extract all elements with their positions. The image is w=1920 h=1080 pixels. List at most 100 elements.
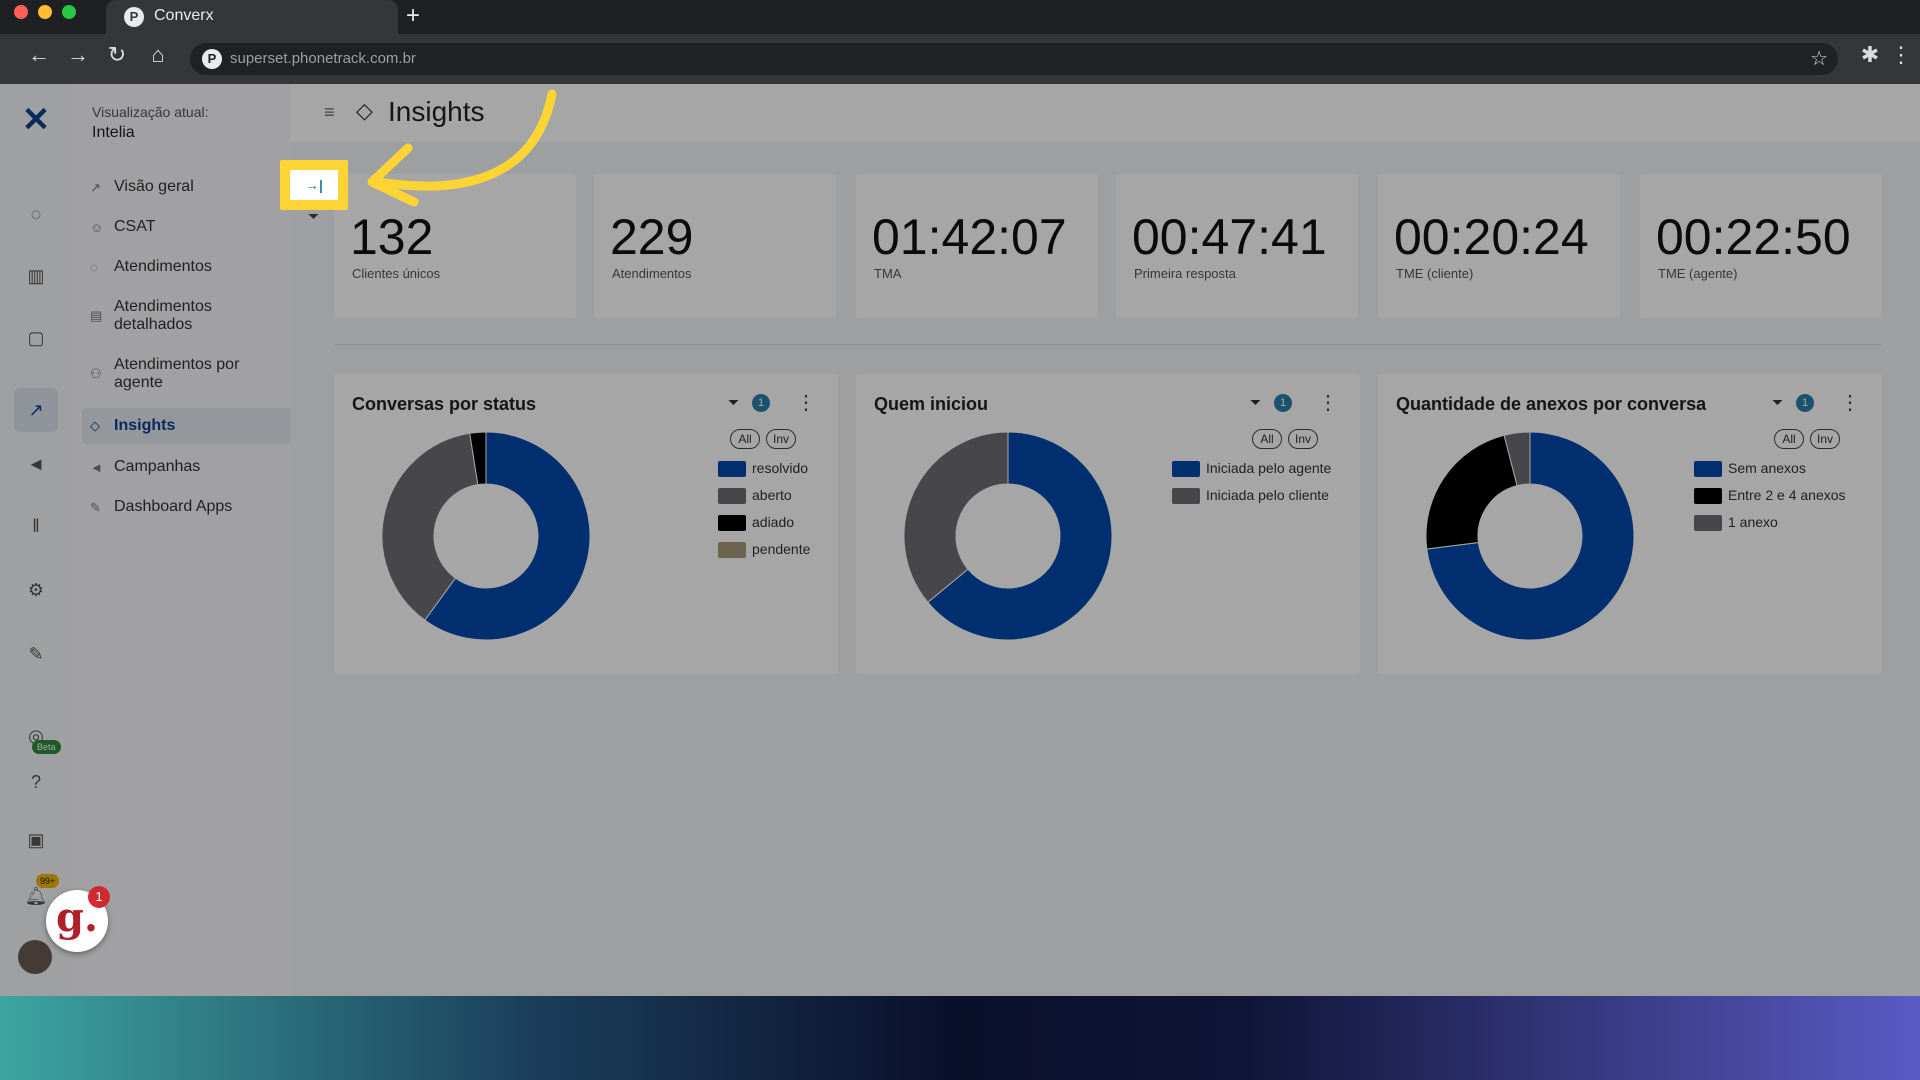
- donut-slice[interactable]: [1425, 434, 1518, 550]
- sidebar-item-label: Atendimentos detalhados: [114, 298, 212, 333]
- maximize-window-button[interactable]: [62, 5, 76, 19]
- forward-icon[interactable]: →: [63, 42, 93, 68]
- kpi-value: 00:22:50: [1656, 209, 1851, 265]
- select-all-pill[interactable]: All: [1774, 429, 1804, 449]
- g-assistant-count-badge: 1: [88, 886, 110, 908]
- select-all-pill[interactable]: All: [1252, 429, 1282, 449]
- browser-tabstrip: P Converx +: [0, 0, 1920, 34]
- browser-menu-icon[interactable]: ⋮: [1886, 42, 1916, 68]
- filter-icon[interactable]: ⏷: [1772, 394, 1783, 411]
- sidebar-item-visao-geral[interactable]: ↗ Visão geral: [82, 178, 292, 200]
- invert-pill[interactable]: Inv: [1810, 429, 1840, 449]
- legend-label: resolvido: [752, 460, 809, 476]
- donut-chart: [1425, 431, 1635, 641]
- sidebar-item-label: Dashboard Apps: [114, 498, 233, 515]
- app: ✕ ◌ ▥ ▢ ↗ ◄ ‖ ⚙ ✎ ◎ Beta ? ▣ 🔔︎ 99+ Visu…: [0, 84, 1920, 996]
- extensions-icon[interactable]: ✱: [1855, 42, 1885, 68]
- kpi-card: 229 Atendimentos: [594, 174, 836, 318]
- campaigns-icon[interactable]: ◄: [24, 452, 48, 476]
- new-tab-button[interactable]: +: [406, 2, 420, 30]
- sidebar-item-atendimentos-detalhados[interactable]: ▤ Atendimentos detalhados: [82, 298, 292, 338]
- kpi-label: TME (cliente): [1396, 266, 1474, 281]
- current-view-value[interactable]: Intelia: [92, 124, 135, 142]
- collapse-sidebar-button[interactable]: →|: [290, 170, 338, 200]
- more-options-icon[interactable]: ⋮: [1840, 390, 1860, 415]
- minimize-window-button[interactable]: [38, 5, 52, 19]
- browser-tab[interactable]: P Converx: [106, 0, 398, 34]
- url-text: superset.phonetrack.com.br: [230, 50, 416, 67]
- filter-count-badge: 1: [1796, 394, 1814, 412]
- bookmark-star-icon[interactable]: ☆: [1810, 46, 1828, 71]
- sidebar-item-csat[interactable]: ☺ CSAT: [82, 218, 292, 240]
- sidebar-item-campanhas[interactable]: ◄ Campanhas: [82, 458, 292, 480]
- browser-toolbar: ← → ↻ ⌂ P superset.phonetrack.com.br ☆ ✱…: [0, 34, 1920, 84]
- legend-swatch: [1694, 461, 1722, 477]
- sidebar-item-label: Campanhas: [114, 458, 201, 475]
- sidebar-item-label: Insights: [114, 417, 176, 434]
- settings-icon[interactable]: ⚙: [24, 578, 48, 602]
- tag-icon: ◇: [90, 418, 100, 433]
- sidebar-item-insights[interactable]: ◇ Insights: [82, 408, 292, 444]
- reports-icon[interactable]: ↗: [14, 388, 58, 432]
- smile-icon: ☺: [90, 220, 104, 235]
- sidebar-item-label: Atendimentos: [114, 258, 212, 275]
- users-icon: ⚇: [90, 366, 102, 381]
- kpi-card: 00:47:41 Primeira resposta: [1116, 174, 1358, 318]
- kpi-card: 01:42:07 TMA: [856, 174, 1098, 318]
- address-bar[interactable]: P superset.phonetrack.com.br ☆: [190, 43, 1838, 75]
- kpi-value: 00:20:24: [1394, 209, 1589, 265]
- megaphone-icon: ◄: [90, 460, 103, 475]
- kanban-icon[interactable]: ▥: [24, 264, 48, 288]
- invert-pill[interactable]: Inv: [1288, 429, 1318, 449]
- filter-icon[interactable]: ⏷: [308, 208, 319, 225]
- filter-icon[interactable]: ⏷: [1250, 394, 1261, 411]
- sidebar-item-label: Visão geral: [114, 178, 194, 195]
- filter-icon[interactable]: ⏷: [728, 394, 739, 411]
- legend-swatch: [718, 542, 746, 558]
- reload-icon[interactable]: ↻: [102, 42, 132, 68]
- screen-icon[interactable]: ▣: [24, 828, 48, 852]
- legend-swatch: [1172, 461, 1200, 477]
- icon-rail: ✕ ◌ ▥ ▢ ↗ ◄ ‖ ⚙ ✎ ◎ Beta ? ▣ 🔔︎ 99+: [0, 84, 72, 996]
- home-icon[interactable]: ⌂: [143, 42, 173, 68]
- more-options-icon[interactable]: ⋮: [1318, 390, 1338, 415]
- donut-slice[interactable]: [903, 431, 1009, 603]
- sidebar-item-label: CSAT: [114, 218, 156, 235]
- list-detail-icon: ▤: [90, 308, 103, 323]
- menu-toggle-icon[interactable]: ≡: [324, 102, 335, 123]
- chart-card-status: Conversas por status ⏷ 1 ⋮ All Inv resol…: [334, 374, 838, 674]
- back-icon[interactable]: ←: [24, 42, 54, 68]
- chart-line-icon: ↗: [90, 180, 101, 195]
- more-options-icon[interactable]: ⋮: [796, 390, 816, 415]
- sidebar-item-atendimentos[interactable]: ◌ Atendimentos: [82, 258, 292, 280]
- kpi-value: 01:42:07: [872, 209, 1067, 265]
- legend-swatch: [718, 515, 746, 531]
- notifications-badge: 99+: [36, 874, 60, 888]
- filter-count-badge: 1: [752, 394, 770, 412]
- chart-card-attachments: Quantidade de anexos por conversa ⏷ 1 ⋮ …: [1378, 374, 1882, 674]
- select-all-pill[interactable]: All: [730, 429, 760, 449]
- sidebar-item-dashboard-apps[interactable]: ✎ Dashboard Apps: [82, 498, 292, 520]
- close-window-button[interactable]: [14, 5, 28, 19]
- chat-icon[interactable]: ◌: [24, 202, 48, 226]
- beta-badge: Beta: [32, 740, 61, 754]
- legend: Iniciada pelo agente Iniciada pelo client…: [1172, 460, 1352, 580]
- sidebar: Visualização atual: Intelia ↗ Visão gera…: [72, 84, 292, 996]
- avatar[interactable]: [18, 940, 52, 974]
- sidebar-item-atendimentos-por-agente[interactable]: ⚇ Atendimentos por agente: [82, 356, 292, 396]
- legend-label: Iniciada pelo cliente: [1206, 487, 1329, 503]
- library-icon[interactable]: ‖: [24, 514, 48, 538]
- filter-count-badge: 1: [1274, 394, 1292, 412]
- integrations-icon[interactable]: ✎: [24, 642, 48, 666]
- legend-label: adiado: [752, 514, 795, 530]
- contacts-icon[interactable]: ▢: [24, 326, 48, 350]
- kpi-value: 229: [610, 209, 694, 265]
- converx-logo-icon[interactable]: ✕: [18, 102, 54, 138]
- legend-swatch: [1694, 515, 1722, 531]
- donut-chart: [381, 431, 591, 641]
- tab-favicon-icon: P: [124, 7, 144, 27]
- chart-card-initiator: Quem iniciou ⏷ 1 ⋮ All Inv Iniciada pelo…: [856, 374, 1360, 674]
- invert-pill[interactable]: Inv: [766, 429, 796, 449]
- help-icon[interactable]: ?: [24, 770, 48, 794]
- site-favicon-icon: P: [202, 49, 222, 69]
